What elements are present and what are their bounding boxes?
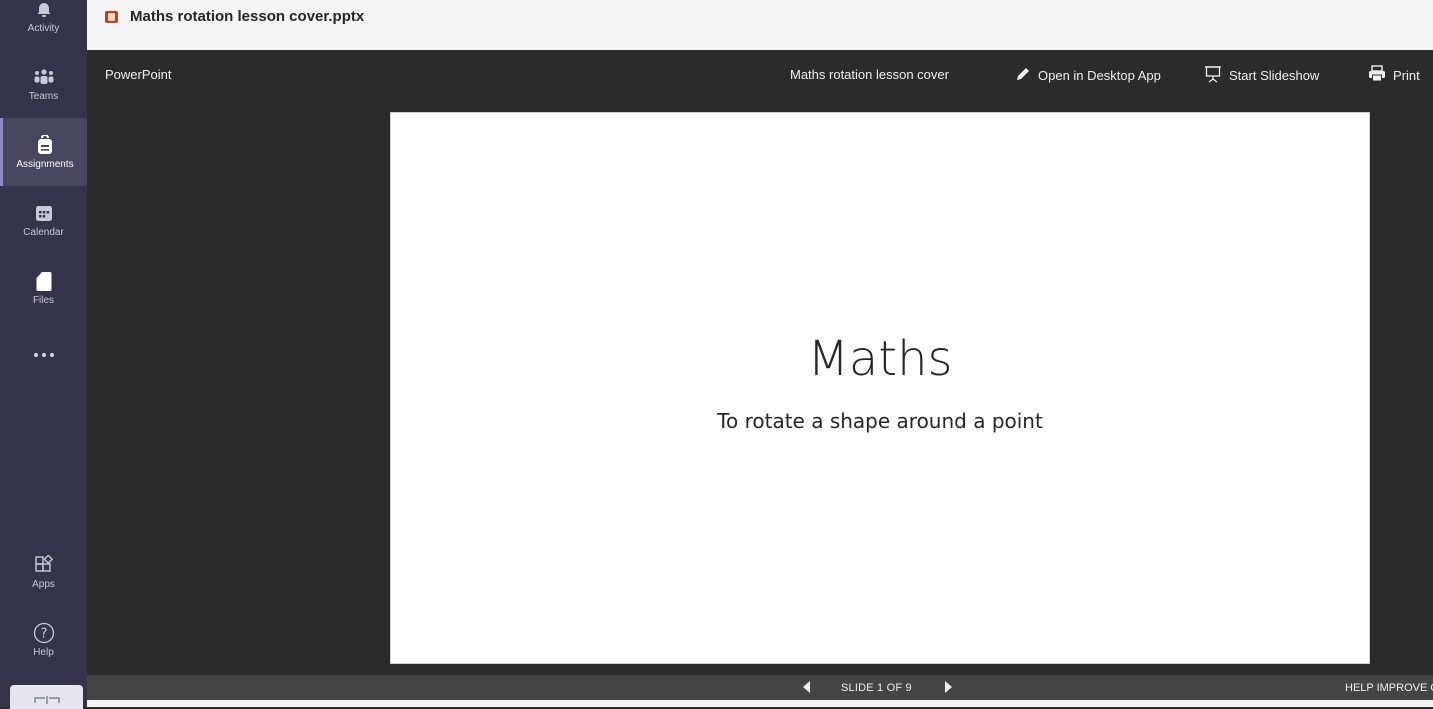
rail-label: Assignments <box>16 159 74 170</box>
assignments-icon <box>36 134 54 156</box>
rail-label: Files <box>32 295 55 306</box>
app-rail: Activity Teams Assignments Calendar File… <box>0 0 87 709</box>
slide-counter: SLIDE 1 OF 9 <box>841 682 912 694</box>
slide-navigation-bar: SLIDE 1 OF 9 HELP IMPROVE OFFICE <box>87 675 1433 700</box>
open-in-desktop-app-button[interactable]: Open in Desktop App <box>1015 62 1161 88</box>
rail-item-more[interactable] <box>0 322 87 390</box>
bottom-edge <box>87 700 1433 707</box>
rail-item-calendar[interactable]: Calendar <box>0 186 87 254</box>
teams-icon <box>33 66 55 88</box>
rail-label: Apps <box>32 579 55 590</box>
rail-item-apps[interactable]: Apps <box>0 538 87 606</box>
device-button[interactable] <box>10 685 83 709</box>
slide-subtitle: To rotate a shape around a point <box>717 409 1043 433</box>
pencil-icon <box>1015 66 1038 85</box>
bell-icon <box>35 0 53 20</box>
rail-item-teams[interactable]: Teams <box>0 50 87 118</box>
more-icon <box>32 344 56 366</box>
open-in-desktop-app-label: Open in Desktop App <box>1038 67 1161 83</box>
printer-icon <box>1368 65 1393 85</box>
next-slide-button[interactable] <box>944 681 952 696</box>
start-slideshow-label: Start Slideshow <box>1229 67 1320 83</box>
rail-label: Activity <box>27 23 60 34</box>
svg-text:?: ? <box>40 627 47 642</box>
file-title-bar: Maths rotation lesson cover.pptx <box>87 0 1433 50</box>
slideshow-icon <box>1204 65 1229 86</box>
rail-item-assignments[interactable]: Assignments <box>0 118 87 186</box>
previous-slide-button[interactable] <box>803 681 811 696</box>
print-button[interactable]: Print <box>1368 62 1430 88</box>
start-slideshow-button[interactable]: Start Slideshow <box>1204 62 1319 88</box>
calendar-icon <box>35 202 53 224</box>
powerpoint-viewer: PowerPoint Maths rotation lesson cover O… <box>87 50 1433 675</box>
document-title: Maths rotation lesson cover <box>790 67 949 82</box>
rail-label: Help <box>33 647 54 658</box>
rail-label: Teams <box>28 91 59 102</box>
rail-item-help[interactable]: ? Help <box>0 606 87 674</box>
device-icon <box>33 691 60 709</box>
rail-label: Calendar <box>23 227 64 238</box>
powerpoint-file-icon <box>105 11 118 23</box>
file-icon <box>36 270 52 292</box>
chevron-left-icon <box>803 681 810 693</box>
chevron-right-icon <box>945 681 952 693</box>
slide-title: Maths <box>807 331 953 387</box>
rail-item-files[interactable]: Files <box>0 254 87 322</box>
slide-canvas[interactable]: Maths To rotate a shape around a point <box>390 112 1370 664</box>
apps-icon <box>34 554 54 576</box>
file-name: Maths rotation lesson cover.pptx <box>130 8 365 25</box>
print-label: Print <box>1393 67 1420 83</box>
help-icon: ? <box>33 622 55 644</box>
help-improve-office-link[interactable]: HELP IMPROVE OFFICE <box>1345 682 1433 694</box>
app-name: PowerPoint <box>105 67 172 82</box>
rail-item-activity[interactable]: Activity <box>0 0 87 50</box>
